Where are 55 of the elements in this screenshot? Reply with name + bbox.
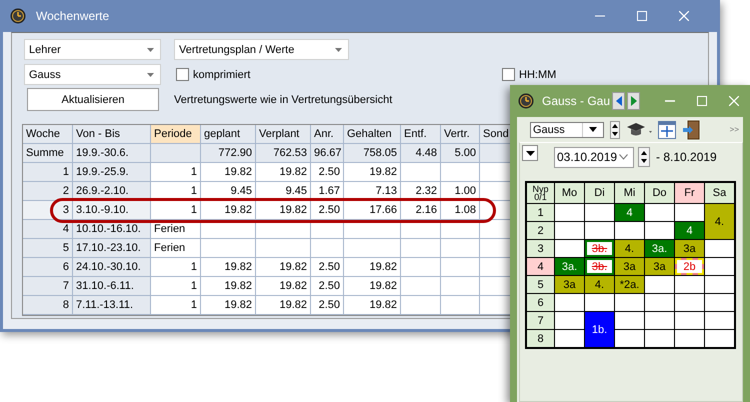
table-cell: 2.50 xyxy=(311,277,344,296)
table-cell: 758.05 xyxy=(344,144,401,163)
table-cell: 1 xyxy=(151,277,201,296)
table-cell: 31.10.-6.11. xyxy=(73,277,151,296)
table-cell: 7 xyxy=(23,277,73,296)
table-cell: 2.50 xyxy=(311,163,344,182)
window-title: Gauss - Gau xyxy=(542,94,610,108)
table-cell: 1 xyxy=(23,163,73,182)
table-cell: 4.48 xyxy=(401,144,441,163)
table-cell: 19.82 xyxy=(344,163,401,182)
table-cell: 772.90 xyxy=(201,144,256,163)
window-title: Wochenwerte xyxy=(36,9,110,23)
table-cell: 2.50 xyxy=(311,258,344,277)
table-cell: 19.82 xyxy=(344,296,401,315)
table-cell: 1.08 xyxy=(441,201,480,220)
info-text: Vertretungswerte wie in Vertretungsübersicht xyxy=(174,94,392,106)
table-cell: 2.16 xyxy=(401,201,441,220)
table-cell: 2.50 xyxy=(311,201,344,220)
table-cell: 5 xyxy=(23,239,73,258)
table-cell: 1 xyxy=(151,258,201,277)
table-cell: Ferien xyxy=(151,239,201,258)
table-cell: 19.9.-25.9. xyxy=(73,163,151,182)
table-cell: 4 xyxy=(23,220,73,239)
table-cell: 19.82 xyxy=(256,258,311,277)
table-cell: 1 xyxy=(151,163,201,182)
table-cell: 19.82 xyxy=(344,258,401,277)
table-cell: 19.82 xyxy=(344,277,401,296)
table-cell: 3 xyxy=(23,201,73,220)
table-cell: 2 xyxy=(23,182,73,201)
date-range-end: - 8.10.2019 xyxy=(656,150,717,164)
table-cell: 19.82 xyxy=(256,296,311,315)
table-cell: 19.82 xyxy=(201,277,256,296)
table-cell: Summe xyxy=(23,144,73,163)
corner-label: Nyp 0/1 xyxy=(527,183,554,203)
table-cell: 762.53 xyxy=(256,144,311,163)
table-cell: 19.82 xyxy=(201,163,256,182)
table-cell: 96.67 xyxy=(311,144,344,163)
table-cell: 19.82 xyxy=(201,201,256,220)
table-cell: 3.10.-9.10. xyxy=(73,201,151,220)
table-cell: 19.82 xyxy=(256,201,311,220)
table-cell: 19.9.-30.6. xyxy=(73,144,151,163)
table-cell: 24.10.-30.10. xyxy=(73,258,151,277)
table-cell: 17.10.-23.10. xyxy=(73,239,151,258)
table-cell: 2.50 xyxy=(311,296,344,315)
table-cell: 6 xyxy=(23,258,73,277)
table-cell: 5.00 xyxy=(441,144,480,163)
table-cell: 7.11.-13.11. xyxy=(73,296,151,315)
table-cell: 1 xyxy=(151,296,201,315)
table-cell: 19.82 xyxy=(256,277,311,296)
table-cell: 19.82 xyxy=(256,163,311,182)
table-cell: 17.66 xyxy=(344,201,401,220)
table-cell: 1 xyxy=(151,201,201,220)
table-cell: 8 xyxy=(23,296,73,315)
table-cell: 19.82 xyxy=(201,296,256,315)
table-cell: 19.82 xyxy=(201,258,256,277)
